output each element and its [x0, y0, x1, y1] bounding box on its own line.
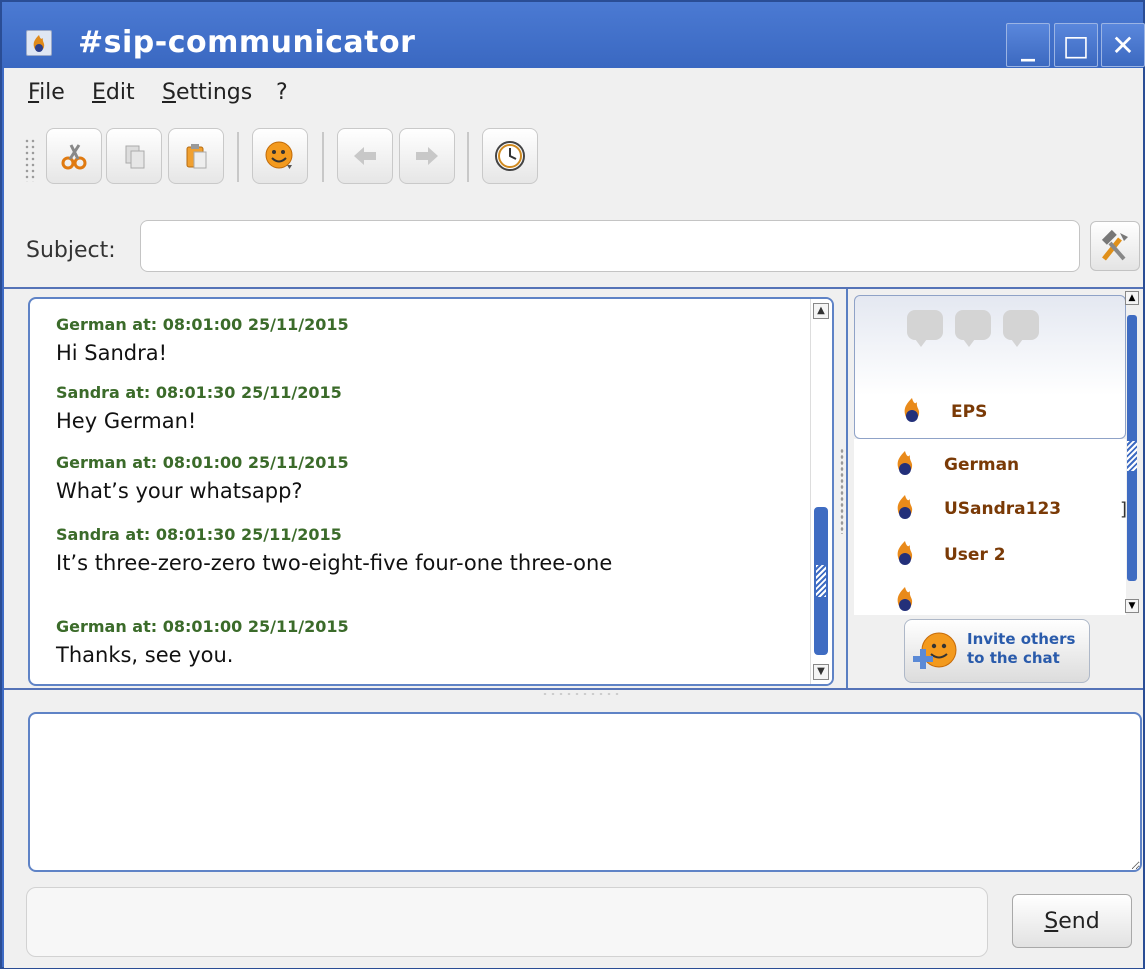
menu-settings[interactable]: Settings [162, 80, 252, 105]
menu-edit-label: dit [105, 80, 135, 105]
chat-window: #sip-communicator _ □ ✕ File Edit Settin… [0, 0, 1145, 969]
menu-file-label: ile [39, 80, 65, 105]
split-pane-divider[interactable] [4, 688, 1143, 700]
message-header: Sandra at: 08:01:30 25/11/2015 [56, 525, 342, 544]
participant-name: USandra123 [936, 497, 1108, 521]
participant-scrollbar[interactable]: ▲ ▼ [1125, 289, 1141, 615]
paste-icon [186, 144, 207, 169]
status-field [26, 887, 988, 957]
copy-button[interactable] [106, 128, 162, 184]
participant-name [936, 589, 1046, 593]
split-pane-handle[interactable] [840, 448, 844, 534]
invite-label: Invite others to the chat [967, 630, 1075, 668]
tools-icon [1101, 229, 1128, 261]
cut-button[interactable] [46, 128, 102, 184]
contact-icon [897, 451, 913, 475]
room-actions [907, 310, 1051, 347]
invite-button[interactable]: Invite others to the chat [904, 619, 1090, 683]
close-button[interactable]: ✕ [1101, 23, 1145, 67]
send-mnemonic: S [1044, 908, 1059, 934]
toolbar [4, 118, 1143, 198]
menu-help-label: ? [276, 80, 288, 105]
scroll-thumb[interactable] [814, 507, 828, 655]
toolbar-grip[interactable] [24, 138, 36, 182]
room-header: EPS [854, 295, 1126, 439]
scroll-thumb[interactable] [1127, 315, 1137, 581]
close-icon: ✕ [1111, 28, 1135, 62]
window-title: #sip-communicator [78, 25, 416, 60]
subject-tool-button[interactable] [1090, 221, 1140, 271]
message-text: What’s your whatsapp? [56, 479, 303, 503]
back-button[interactable] [337, 128, 393, 184]
menu-bar: File Edit Settings ? [4, 68, 1143, 116]
invite-line2: to the chat [967, 649, 1060, 667]
maximize-button[interactable]: □ [1054, 23, 1098, 67]
smiley-icon [265, 141, 293, 169]
arrow-right-icon [416, 147, 438, 165]
history-button[interactable] [482, 128, 538, 184]
toolbar-separator [322, 132, 324, 182]
contact-icon [897, 541, 913, 565]
message-text: It’s three-zero-zero two-eight-five four… [56, 551, 613, 575]
maximize-icon: □ [1062, 28, 1090, 62]
chat-conversation-panel[interactable]: German at: 08:01:00 25/11/2015 Hi Sandra… [28, 297, 834, 686]
contact-icon [904, 398, 920, 422]
window-content: File Edit Settings ? Subject: German at:… [4, 68, 1143, 968]
scroll-down-icon[interactable]: ▼ [1125, 599, 1139, 613]
message-header: German at: 08:01:00 25/11/2015 [56, 315, 349, 334]
refresh-chat-icon[interactable] [955, 310, 991, 347]
scissors-icon [61, 144, 87, 170]
subject-label: Subject: [26, 238, 116, 263]
message-input[interactable] [28, 712, 1142, 872]
info-chat-icon[interactable] [907, 310, 943, 347]
message-text: Hi Sandra! [56, 341, 168, 365]
menu-file[interactable]: File [28, 80, 65, 105]
minimize-icon: _ [1021, 28, 1035, 62]
arrow-left-icon [354, 147, 376, 165]
room-name: EPS [943, 400, 1053, 424]
message-text: Thanks, see you. [56, 643, 234, 667]
message-header: German at: 08:01:00 25/11/2015 [56, 617, 349, 636]
leave-chat-icon[interactable] [1003, 310, 1039, 347]
toolbar-separator [237, 132, 239, 182]
clock-icon [495, 141, 525, 171]
menu-file-mnemonic: F [28, 80, 40, 105]
participant-name: German [936, 453, 1096, 477]
app-icon [26, 30, 52, 56]
chat-scrollbar[interactable]: ▲ ▼ [810, 299, 832, 684]
minimize-button[interactable]: _ [1006, 23, 1050, 67]
title-bar[interactable]: #sip-communicator _ □ ✕ [2, 2, 1145, 68]
send-button[interactable]: Send [1012, 894, 1132, 948]
menu-edit[interactable]: Edit [92, 80, 135, 105]
smiley-button[interactable] [252, 128, 308, 184]
menu-settings-label: ettings [175, 80, 253, 105]
scroll-up-icon[interactable]: ▲ [1125, 291, 1139, 305]
message-header: Sandra at: 08:01:30 25/11/2015 [56, 383, 342, 402]
contact-icon [897, 495, 913, 519]
menu-edit-mnemonic: E [92, 80, 106, 105]
send-label: end [1058, 908, 1100, 934]
scroll-up-icon[interactable]: ▲ [813, 303, 829, 319]
contact-icon [897, 587, 913, 611]
toolbar-separator [467, 132, 469, 182]
invite-icon [913, 632, 957, 669]
menu-help[interactable]: ? [276, 80, 288, 105]
forward-button[interactable] [399, 128, 455, 184]
invite-line1: Invite others [967, 630, 1076, 648]
message-text: Hey German! [56, 409, 197, 433]
subject-input[interactable] [140, 220, 1080, 272]
menu-settings-mnemonic: S [162, 80, 176, 105]
message-header: German at: 08:01:00 25/11/2015 [56, 453, 349, 472]
participant-name: User 2 [936, 543, 1096, 567]
copy-icon [125, 145, 145, 169]
scroll-down-icon[interactable]: ▼ [813, 664, 829, 680]
paste-button[interactable] [168, 128, 224, 184]
participant-list: German USandra123 ] User 2 [854, 439, 1127, 615]
